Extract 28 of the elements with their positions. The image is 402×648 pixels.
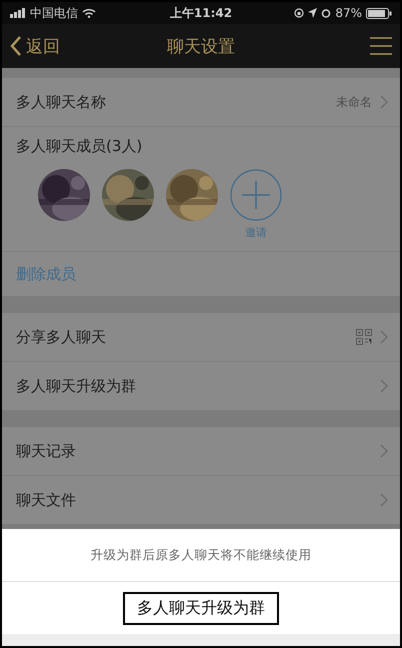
chevron-icon	[380, 330, 388, 344]
settings-row[interactable]: 多人聊天名称 未命名	[2, 78, 400, 126]
battery-icon	[366, 8, 392, 18]
wifi-icon	[82, 8, 96, 18]
settings-row[interactable]: 聊天文件	[2, 476, 400, 524]
clock-time: 上午11:42	[170, 4, 232, 22]
settings-row[interactable]: 聊天记录	[2, 427, 400, 475]
chevron-icon	[380, 444, 388, 458]
section-title: 多人聊天成员(3人)	[16, 136, 142, 156]
signal-icon	[10, 8, 26, 18]
warning-message: 升级为群后原多人聊天将不能继续使用	[90, 546, 312, 564]
battery-percent: 87%	[335, 6, 362, 20]
row-value: 未命名	[336, 94, 372, 110]
back-button[interactable]: 返回	[10, 34, 167, 58]
carrier-name: 中国电信	[30, 4, 78, 22]
rotation-lock-icon	[294, 8, 304, 18]
page-title: 聊天设置	[167, 36, 235, 58]
back-icon	[10, 36, 22, 56]
menu-icon[interactable]	[370, 37, 392, 55]
qr-code-icon	[356, 329, 372, 345]
settings-row[interactable]: 多人聊天升级为群	[2, 362, 400, 410]
alarm-icon	[321, 8, 332, 18]
location-icon	[308, 8, 318, 18]
chevron-icon	[380, 379, 388, 393]
upgrade-button[interactable]: 多人聊天升级为群	[123, 592, 279, 624]
settings-row[interactable]: 分享多人聊天	[2, 313, 400, 361]
chevron-icon	[380, 95, 388, 109]
chevron-icon	[380, 493, 388, 507]
